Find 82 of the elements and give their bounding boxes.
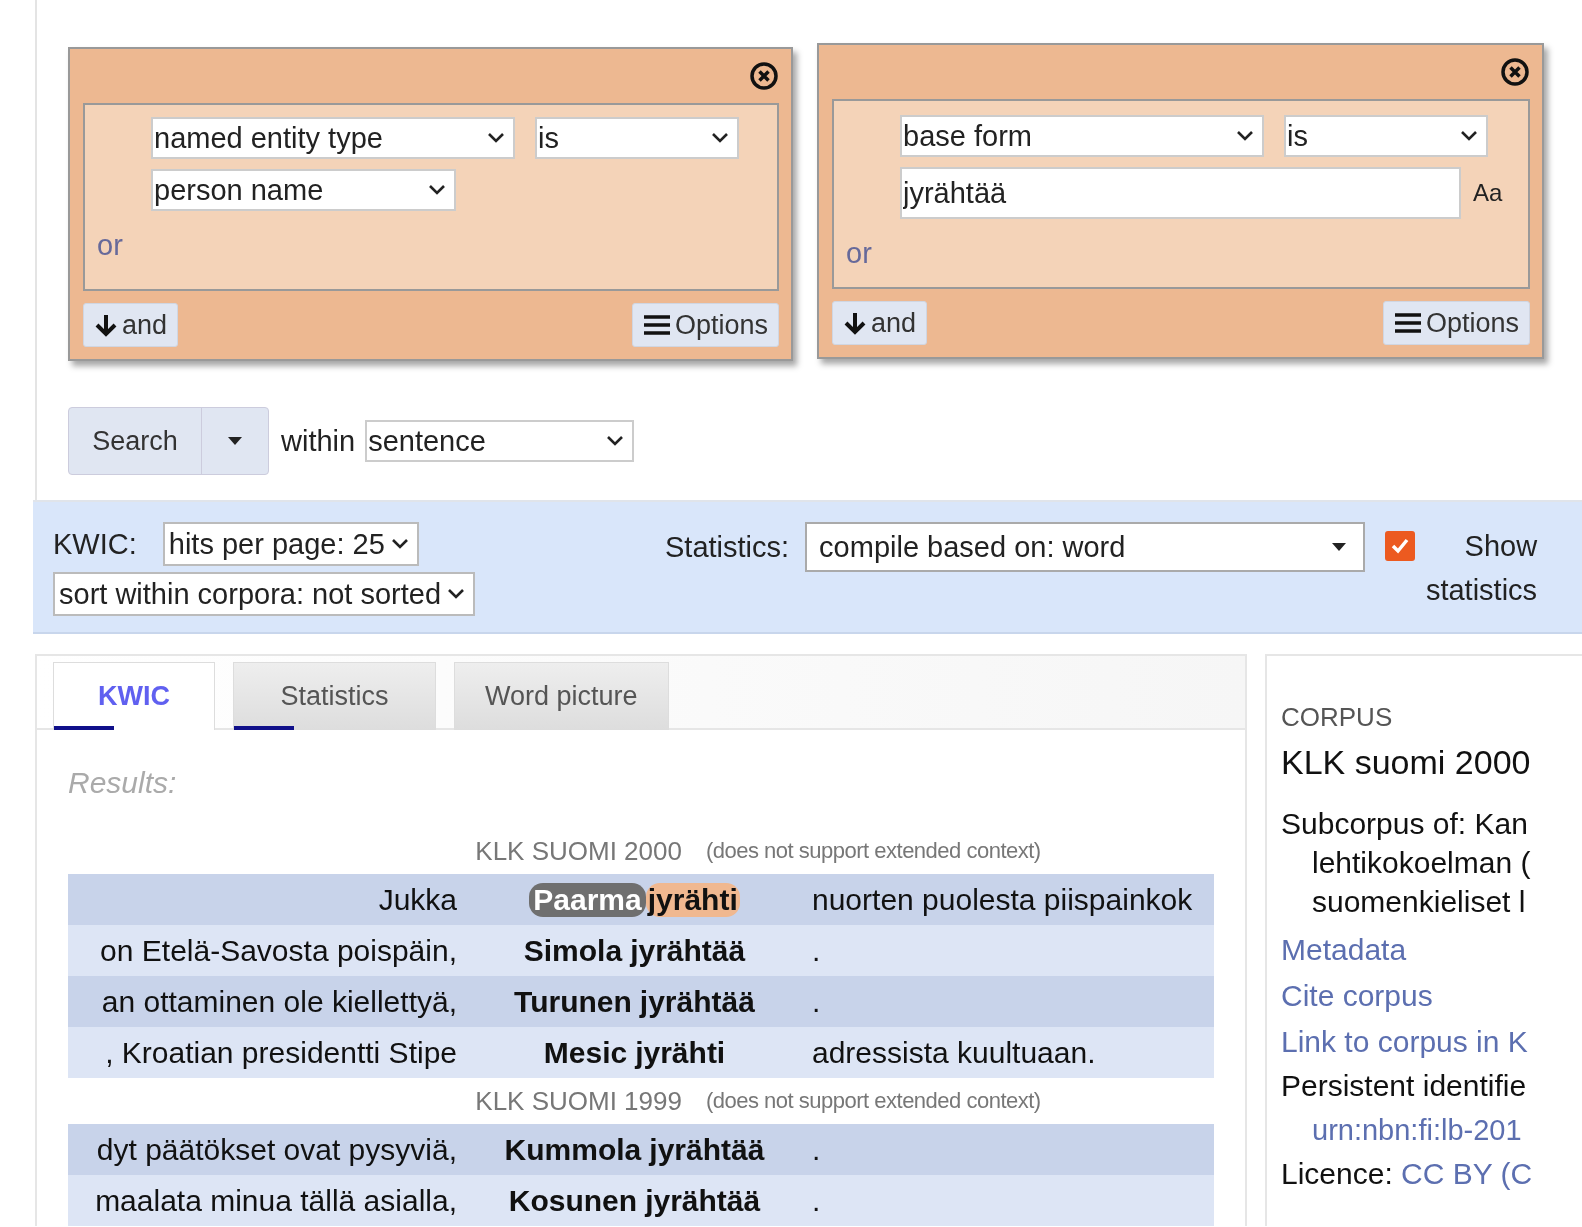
progress-indicator [234, 726, 294, 730]
dropdown[interactable]: is [535, 117, 739, 159]
link[interactable]: Link to corpus in K [1281, 1019, 1528, 1065]
link[interactable]: CC BY (C [1401, 1157, 1533, 1190]
match-word[interactable]: Mesic [543, 1035, 628, 1070]
caret-icon [227, 436, 243, 446]
chevron-icon [1460, 130, 1478, 142]
link[interactable]: urn:nbn:fi:lb-201 [1281, 1107, 1522, 1153]
dropdown[interactable]: compile based on: word [805, 522, 1366, 572]
options-button[interactable]: Options [1382, 301, 1530, 345]
close-icon [1500, 57, 1530, 87]
progress-indicator [54, 726, 114, 730]
context-text: on Etelä-Savosta poispäin, [99, 933, 457, 968]
context-text: . [812, 1183, 822, 1218]
link[interactable]: Cite corpus [1281, 973, 1433, 1019]
context-text: an ottaminen ole kiellettyä, [100, 984, 457, 1019]
match-word[interactable]: Kummola [504, 1132, 642, 1167]
section-label: CORPUS [1281, 702, 1393, 733]
corpus-note: (does not support extended context) [705, 838, 1041, 864]
dropdown[interactable]: sort within corpora: not sorted [53, 572, 475, 616]
corpus-title: KLK suomi 2000 [1281, 743, 1531, 782]
match-word[interactable]: jyrähti [645, 882, 740, 917]
chevron-icon [606, 435, 625, 447]
context-text: adressista kuultuaan. [812, 1035, 1097, 1070]
statistics-label: Statistics: [665, 530, 790, 564]
tab[interactable]: Statistics [233, 662, 436, 730]
context-text: . [812, 933, 822, 968]
context-text: maalata minua tällä asialla, [94, 1183, 457, 1218]
licence-label: Licence: [1281, 1157, 1394, 1190]
or-button[interactable]: or [95, 229, 767, 262]
match-word[interactable]: Turunen [514, 984, 632, 1019]
context-text: dyt päätökset ovat pysyviä, [95, 1132, 457, 1167]
caret-icon [1331, 542, 1348, 552]
tab[interactable]: KWIC [53, 662, 215, 730]
chevron-icon [428, 184, 446, 196]
dropdown[interactable]: named entity type [151, 117, 515, 159]
menu-icon [1393, 311, 1422, 335]
persistent-label: Persistent identifie [1281, 1068, 1527, 1104]
kwic-label: KWIC: [53, 527, 137, 561]
chevron-icon [487, 132, 505, 144]
results-heading: Results: [68, 766, 178, 800]
close-icon [749, 61, 779, 91]
match-word[interactable]: Paarma [529, 882, 646, 917]
corpus-note: (does not support extended context) [705, 1088, 1041, 1114]
corpus-description: Subcorpus of: Kan lehtikokoelman ( suomenkieliset l [1281, 806, 1531, 920]
dropdown[interactable]: hits per page: 25 [162, 522, 419, 566]
chevron-icon [1236, 130, 1254, 142]
options-button[interactable]: Options [631, 303, 779, 347]
or-button[interactable]: or [844, 237, 1518, 270]
context-text: , Kroatian presidentti Stipe [104, 1035, 457, 1070]
match-word[interactable]: jyrähtää [649, 1132, 765, 1167]
corpus-name: KLK SUOMI 1999 [475, 1085, 682, 1117]
match-word[interactable]: jyrähti [635, 1035, 726, 1070]
dropdown[interactable]: is [1284, 115, 1488, 157]
chevron-icon [711, 132, 729, 144]
context-text: . [812, 984, 822, 1019]
dropdown[interactable]: sentence [365, 420, 635, 462]
menu-icon [642, 313, 671, 337]
corpus-name: KLK SUOMI 2000 [475, 835, 682, 867]
checkbox[interactable] [1385, 531, 1416, 561]
down-arrow-icon [843, 311, 867, 335]
chevron-icon [447, 588, 465, 600]
match-word[interactable]: jyrähtää [639, 984, 755, 1019]
down-arrow-icon [94, 313, 118, 337]
case-toggle[interactable]: Aa [1473, 179, 1503, 207]
tab[interactable]: Word picture [454, 662, 669, 730]
checkbox-label: Show statistics [1424, 529, 1538, 608]
dropdown[interactable]: base form [900, 115, 1264, 157]
and-button[interactable]: and [83, 303, 179, 347]
context-text: nuorten puolesta piispainkok [812, 882, 1194, 917]
link[interactable]: Metadata [1281, 927, 1407, 973]
text-field[interactable]: jyrähtää [900, 167, 1461, 219]
within-label: within [281, 424, 356, 458]
match-word[interactable]: jyrähtää [645, 1183, 761, 1218]
chevron-icon [390, 538, 409, 550]
dropdown[interactable]: person name [151, 169, 456, 211]
and-button[interactable]: and [832, 301, 928, 345]
match-word[interactable]: Simola [523, 933, 623, 968]
context-text: . [812, 1132, 822, 1167]
context-text: Jukka [377, 882, 457, 917]
match-word[interactable]: Kosunen [508, 1183, 638, 1218]
match-word[interactable]: jyrähtää [630, 933, 746, 968]
